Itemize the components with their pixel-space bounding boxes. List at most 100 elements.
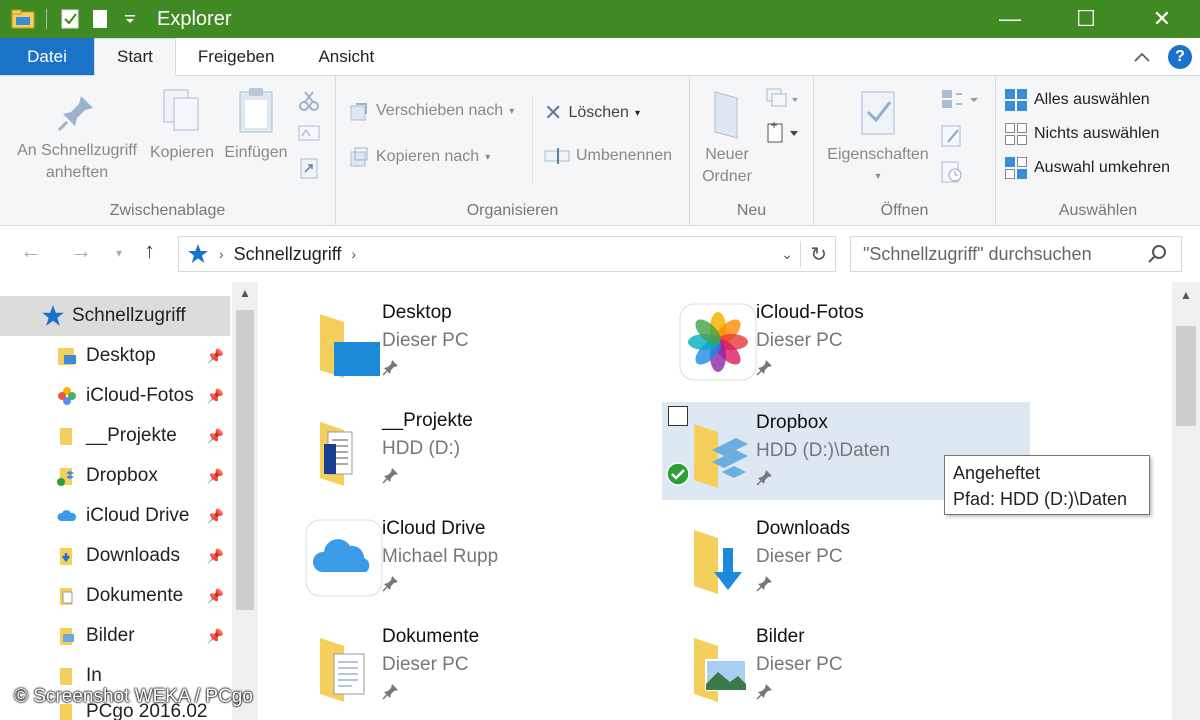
pin-icon[interactable]: 📌 bbox=[207, 628, 224, 645]
tile-location: Dieser PC bbox=[756, 330, 843, 351]
up-arrow-icon[interactable]: ↑ bbox=[144, 238, 155, 264]
chevron-down-icon: ▾ bbox=[509, 105, 515, 117]
paste-shortcut-icon[interactable] bbox=[298, 156, 320, 180]
close-button[interactable]: ✕ bbox=[1124, 0, 1200, 38]
nav-item-label: Bilder bbox=[86, 625, 135, 646]
pin-icon[interactable]: 📌 bbox=[207, 428, 224, 445]
copy-to-button[interactable]: Kopieren nach ▾ bbox=[348, 146, 490, 168]
pin-icon[interactable]: 📌 bbox=[207, 588, 224, 605]
maximize-button[interactable]: ☐ bbox=[1048, 0, 1124, 38]
paste-button[interactable]: Einfügen bbox=[220, 86, 292, 164]
nav-item-label: Schnellzugriff bbox=[72, 305, 186, 326]
breadcrumb-schnellzugriff[interactable]: Schnellzugriff bbox=[234, 244, 342, 265]
tile-dokumente[interactable]: Dokumente Dieser PC bbox=[292, 616, 660, 714]
group-new: Neuer Ordner Neu bbox=[690, 76, 814, 226]
group-select: Alles auswählen Nichts auswählen Auswahl… bbox=[996, 76, 1200, 226]
properties-button[interactable]: Eigenschaften ▾ bbox=[822, 88, 934, 188]
nav-item-projekte[interactable]: __Projekte 📌 bbox=[0, 416, 230, 456]
content-scrollbar[interactable]: ▲ bbox=[1172, 282, 1200, 720]
new-item-icon[interactable] bbox=[766, 88, 800, 110]
nav-item-downloads[interactable]: Downloads 📌 bbox=[0, 536, 230, 576]
breadcrumb-separator-icon[interactable]: › bbox=[219, 246, 224, 262]
tile-location: Dieser PC bbox=[756, 546, 843, 567]
select-all-label: Alles auswählen bbox=[1034, 91, 1150, 108]
easy-access-icon[interactable] bbox=[766, 120, 800, 144]
invert-selection-label: Auswahl umkehren bbox=[1034, 159, 1171, 176]
nav-item-dokumente[interactable]: Dokumente 📌 bbox=[0, 576, 230, 616]
star-icon bbox=[188, 244, 208, 263]
tab-ansicht[interactable]: Ansicht bbox=[296, 38, 396, 75]
copy-path-icon[interactable] bbox=[298, 124, 320, 142]
tile-downloads[interactable]: Downloads Dieser PC bbox=[666, 508, 1034, 606]
search-input[interactable]: "Schnellzugriff" durchsuchen bbox=[850, 236, 1182, 272]
new-folder-label-line2: Ordner bbox=[702, 168, 752, 185]
rename-button[interactable]: Umbenennen bbox=[544, 146, 672, 166]
tab-datei[interactable]: Datei bbox=[0, 38, 94, 75]
pin-icon[interactable]: 📌 bbox=[207, 548, 224, 565]
nav-scrollbar[interactable]: ▲ bbox=[232, 282, 258, 720]
nav-item-dropbox[interactable]: Dropbox 📌 bbox=[0, 456, 230, 496]
pin-icon[interactable]: 📌 bbox=[207, 388, 224, 405]
properties-icon[interactable] bbox=[55, 4, 85, 34]
nav-scrollbar-thumb[interactable] bbox=[236, 310, 254, 610]
new-folder-button[interactable]: Neuer Ordner bbox=[696, 88, 758, 188]
nav-item-icloud-fotos[interactable]: iCloud-Fotos 📌 bbox=[0, 376, 230, 416]
address-dropdown-icon[interactable]: ⌄ bbox=[781, 246, 793, 263]
documents-folder-icon bbox=[320, 638, 365, 702]
nav-item-bilder[interactable]: Bilder 📌 bbox=[0, 616, 230, 656]
forward-arrow-icon[interactable]: → bbox=[70, 238, 92, 264]
explorer-folder-icon[interactable] bbox=[8, 4, 38, 34]
tab-freigeben[interactable]: Freigeben bbox=[176, 38, 297, 75]
address-bar[interactable]: › Schnellzugriff › ⌄ ↻ bbox=[178, 236, 836, 272]
pin-icon[interactable]: 📌 bbox=[207, 348, 224, 365]
tile-name: Desktop bbox=[382, 302, 452, 323]
pin-to-quick-access-button[interactable]: An Schnellzugriff anheften bbox=[8, 90, 146, 184]
maximize-icon: ☐ bbox=[1076, 6, 1096, 31]
tile-icloud-drive[interactable]: iCloud Drive Michael Rupp bbox=[292, 508, 660, 606]
group-open: Eigenschaften ▾ Öffnen bbox=[814, 76, 996, 226]
pin-icon bbox=[756, 360, 772, 376]
pin-icon[interactable]: 📌 bbox=[207, 468, 224, 485]
invert-selection-button[interactable]: Auswahl umkehren bbox=[1004, 156, 1170, 180]
properties-icon bbox=[861, 91, 895, 135]
tile-name: Dropbox bbox=[756, 412, 828, 433]
edit-icon[interactable] bbox=[940, 124, 964, 148]
customize-dropdown-icon[interactable] bbox=[115, 4, 145, 34]
move-to-button[interactable]: Verschieben nach ▾ bbox=[348, 100, 514, 122]
tab-start[interactable]: Start bbox=[94, 38, 176, 76]
tile-desktop[interactable]: Desktop Dieser PC bbox=[292, 292, 660, 390]
nav-item-label: iCloud-Fotos bbox=[86, 385, 194, 406]
select-none-button[interactable]: Nichts auswählen bbox=[1004, 122, 1159, 146]
tile-bilder[interactable]: Bilder Dieser PC bbox=[666, 616, 1034, 714]
search-icon bbox=[1148, 245, 1166, 263]
scroll-up-icon[interactable]: ▲ bbox=[1180, 288, 1192, 302]
window-title: Explorer bbox=[157, 7, 232, 30]
nav-item-schnellzugriff[interactable]: Schnellzugriff bbox=[0, 296, 230, 336]
back-arrow-icon[interactable]: ← bbox=[20, 238, 42, 264]
new-folder-icon[interactable] bbox=[85, 4, 115, 34]
select-all-button[interactable]: Alles auswählen bbox=[1004, 88, 1150, 112]
cut-icon[interactable] bbox=[298, 90, 320, 112]
recent-locations-chevron-icon[interactable]: ▾ bbox=[116, 246, 122, 260]
nav-item-icloud-drive[interactable]: iCloud Drive 📌 bbox=[0, 496, 230, 536]
collapse-ribbon-icon[interactable] bbox=[1134, 52, 1150, 62]
nav-item-desktop[interactable]: Desktop 📌 bbox=[0, 336, 230, 376]
search-placeholder: "Schnellzugriff" durchsuchen bbox=[863, 243, 1092, 264]
pin-icon[interactable]: 📌 bbox=[207, 508, 224, 525]
scroll-up-icon[interactable]: ▲ bbox=[239, 286, 251, 300]
copy-button[interactable]: Kopieren bbox=[146, 86, 218, 164]
open-icon[interactable] bbox=[940, 88, 980, 110]
tile-icloud-fotos[interactable]: iCloud-Fotos Dieser PC bbox=[666, 292, 1034, 390]
breadcrumb-separator-icon[interactable]: › bbox=[351, 246, 356, 262]
help-icon[interactable]: ? bbox=[1168, 45, 1192, 69]
tooltip: Angeheftet Pfad: HDD (D:)\Daten bbox=[944, 455, 1150, 515]
quick-access-toolbar bbox=[0, 0, 145, 38]
content-scrollbar-thumb[interactable] bbox=[1176, 326, 1196, 426]
refresh-icon[interactable]: ↻ bbox=[810, 242, 827, 267]
history-icon[interactable] bbox=[940, 160, 964, 184]
desktop-folder-icon bbox=[320, 314, 380, 378]
delete-button[interactable]: ✕ Löschen ▾ bbox=[544, 100, 640, 126]
nav-item-label: Dokumente bbox=[86, 585, 184, 606]
minimize-button[interactable]: — bbox=[972, 0, 1048, 38]
tile-projekte[interactable]: __Projekte HDD (D:) bbox=[292, 400, 660, 498]
